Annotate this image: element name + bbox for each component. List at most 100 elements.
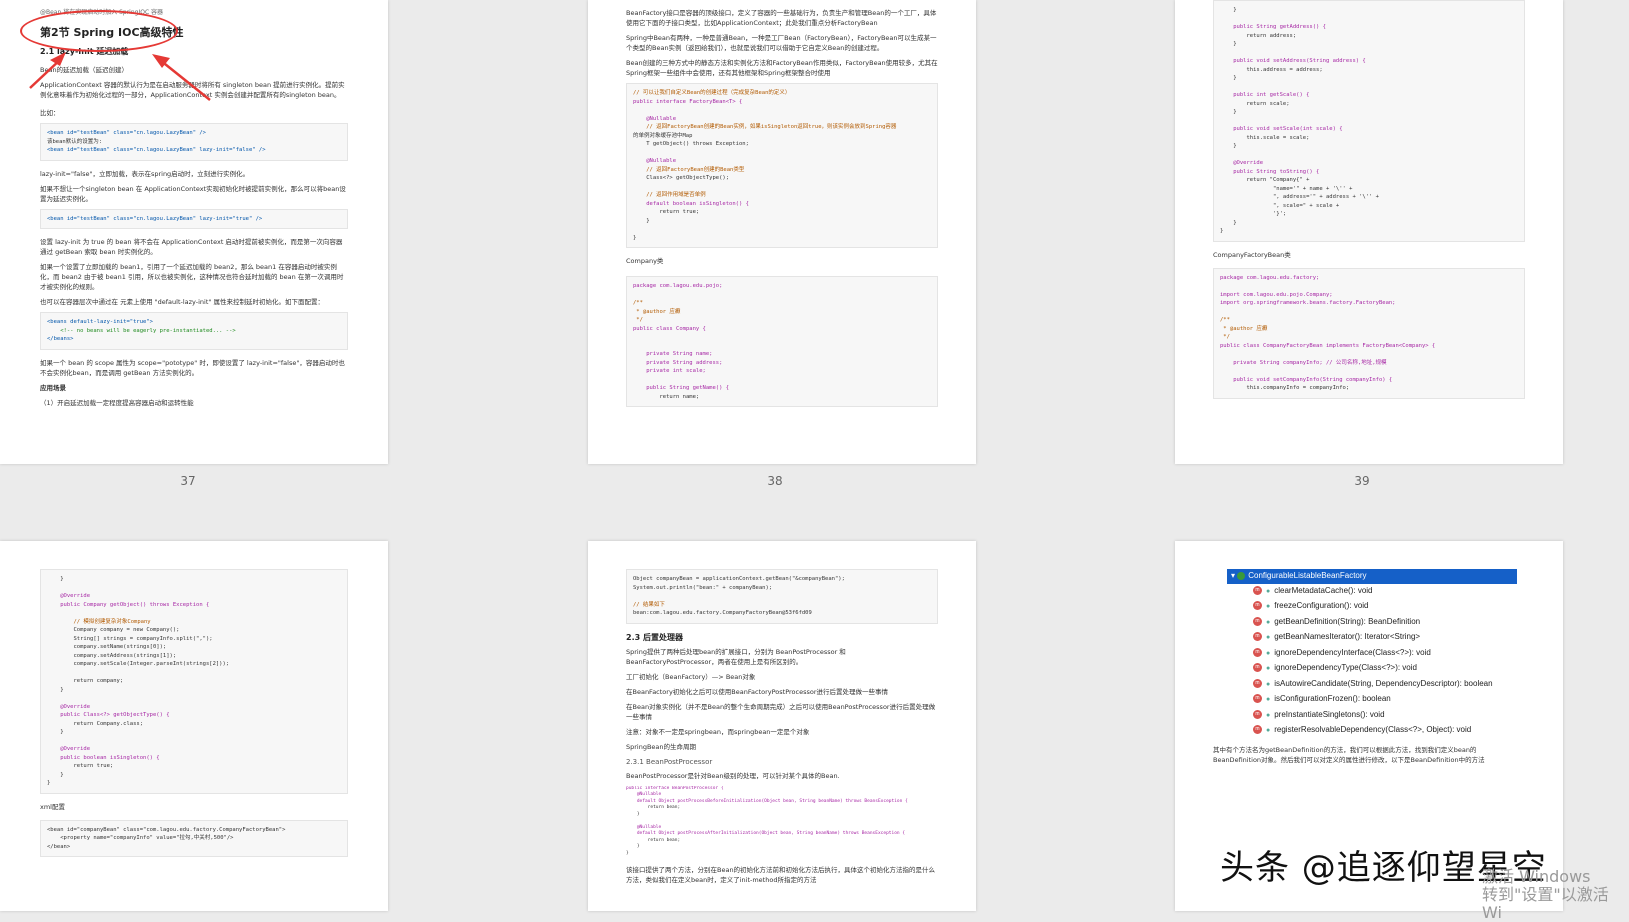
code-line: public void setCompanyInfo(String compan…: [1220, 376, 1393, 383]
paragraph: 其中有个方法名为getBeanDefinition的方法，我们可以根据此方法，找…: [1213, 745, 1485, 764]
method-icon: m: [1253, 709, 1262, 719]
code-line: }: [626, 844, 640, 849]
tree-method-item[interactable]: m ● getBeanNamesIterator(): Iterator<Strin…: [1227, 630, 1563, 646]
code-line: * @author 应癫: [633, 308, 681, 315]
code-line: @Override: [47, 703, 91, 710]
code-line: public Class<?> getObjectType() {: [47, 712, 170, 718]
paragraph: 注意：对象不一定是springbean，而springbean一定是个对象: [626, 727, 810, 736]
public-icon: ●: [1266, 603, 1271, 610]
code-line: public Company getObject() throws Except…: [47, 601, 210, 608]
code-line: public String toString() {: [1220, 168, 1320, 175]
code-line: return name;: [633, 393, 700, 400]
tree-root[interactable]: ▾ ConfigurableListableBeanFactory: [1227, 569, 1517, 584]
code-line: return address;: [1220, 32, 1297, 39]
code-line: }: [1220, 109, 1237, 115]
tree-method-item[interactable]: m ● getBeanDefinition(String): BeanDefinit…: [1227, 615, 1563, 631]
code-line: this.companyInfo = companyInfo;: [1220, 385, 1350, 391]
code-line: 该bean默认的设置为:: [47, 138, 103, 145]
tree-method-item[interactable]: m ● freezeConfiguration(): void: [1227, 599, 1563, 615]
paragraph: 如果一个 bean 的 scope 属性为 scope="pototype" 时…: [40, 358, 345, 377]
public-icon: ●: [1266, 634, 1271, 641]
code-line: private String companyInfo; // 公司名称,地址,规…: [1220, 359, 1387, 366]
code-line: }: [1220, 143, 1237, 149]
method-label: freezeConfiguration(): void: [1274, 601, 1369, 610]
method-icon: m: [1253, 632, 1262, 642]
paragraph: BeanPostProcessor是针对Bean级别的处理，可以针对某个具体的B…: [626, 771, 840, 780]
code-line: // 结果如下: [633, 601, 665, 608]
code-line: <bean id="testBean" class="cn.lagou.Lazy…: [47, 130, 206, 136]
tree-method-item[interactable]: m ● preInstantiateSingletons(): void: [1227, 708, 1563, 724]
code-line: public boolean isSingleton() {: [47, 754, 160, 761]
code-line: }: [1220, 75, 1237, 81]
code-line: // 返回作用域是否单例: [633, 192, 706, 198]
paragraph: SpringBean的生命周期: [626, 742, 697, 751]
tree-root-label: ConfigurableListableBeanFactory: [1248, 571, 1367, 580]
code-line: <property name="companyInfo" value="拉勾,中…: [47, 835, 234, 841]
public-icon: ●: [1266, 696, 1271, 703]
code-line: @Nullable: [633, 115, 677, 122]
code-line: * @author 应癫: [1220, 325, 1268, 332]
code-line: }: [1220, 219, 1237, 226]
method-tree: ▾ ConfigurableListableBeanFactory m ● clea…: [1227, 569, 1563, 739]
method-label: clearMetadataCache(): void: [1274, 585, 1373, 595]
interface-icon: [1237, 571, 1246, 580]
code-line: import org.springframework.beans.factory…: [1220, 300, 1396, 306]
code-line: company.setScale(Integer.parseInt(string…: [47, 661, 230, 667]
code-line: // 返回FactoryBean创建的Bean类型: [633, 166, 745, 173]
method-icon: m: [1253, 694, 1262, 704]
page-number: 37: [180, 474, 196, 488]
method-label: getBeanDefinition(String): BeanDefinitio…: [1274, 616, 1421, 626]
paragraph: 该接口提供了两个方法，分别在Bean的初始化方法前和初始化方法后执行，具体这个初…: [626, 866, 936, 884]
page-37: @Bean 将在实现启动时加入 SpringIOC 容器 第2节 Spring …: [0, 0, 388, 464]
code-line: <beans default-lazy-init="true">: [47, 319, 153, 325]
code-line: </beans>: [47, 336, 74, 342]
paragraph: Bean创建的三种方式中的静态方法和实例化方法和FactoryBean作用类似，…: [626, 59, 938, 77]
heading: 2.3 后置处理器: [626, 632, 683, 642]
public-icon: ●: [1266, 727, 1271, 734]
code-line: }: [47, 686, 64, 693]
code-line: return bean;: [626, 805, 681, 810]
code-line: public int getScale() {: [1220, 92, 1310, 98]
paragraph: 设置 lazy-init 为 true 的 bean 将不会在 Applicat…: [40, 238, 343, 256]
paragraph: 在BeanFactory初始化之后可以使用BeanFactoryPostProc…: [626, 687, 889, 696]
code-line: }: [633, 234, 637, 241]
method-label: ignoreDependencyType(Class<?>): void: [1274, 663, 1417, 672]
code-line: public String getAddress() {: [1220, 24, 1326, 30]
code-line: @Nullable: [626, 824, 662, 830]
code-line: return true;: [47, 763, 114, 769]
paragraph: 在Bean对象实例化（并不是Bean的整个生命周期完成）之后可以使用BeanPo…: [626, 702, 936, 721]
code-line: @Override: [47, 593, 91, 599]
code-line: return scale;: [1220, 100, 1290, 107]
code-line: Class<?> getObjectType();: [633, 175, 730, 181]
activate-windows: 激活 Windows 转到"设置"以激活 Wi: [1482, 868, 1629, 922]
tree-method-item[interactable]: m ● isAutowireCandidate(String, Dependency…: [1227, 677, 1563, 693]
code-line: import com.lagou.edu.pojo.Company;: [1220, 291, 1333, 298]
code-line: ", scale=" + scale +: [1220, 202, 1340, 209]
code-line: // 返回FactoryBean创建的Bean实例，如果isSingleton返…: [633, 124, 897, 130]
code-line: public class Company {: [633, 325, 706, 332]
tree-method-item[interactable]: m ● ignoreDependencyInterface(Class<?>): v…: [1227, 646, 1563, 662]
method-icon: m: [1253, 678, 1262, 688]
method-icon: m: [1253, 601, 1262, 611]
code-line: public String getName() {: [633, 385, 730, 391]
code-line: this.scale = scale;: [1220, 134, 1310, 141]
tree-method-item[interactable]: m ● clearMetadataCache(): void: [1227, 584, 1563, 600]
code-line: }: [47, 780, 51, 786]
code-line: // 模拟创建复杂对象Company: [47, 618, 151, 625]
code-block: <beans default-lazy-init="true"> <!-- no…: [40, 312, 348, 350]
code-line: "name='" + name + '\'' +: [1220, 185, 1353, 192]
code-line: </bean>: [47, 843, 71, 850]
public-icon: ●: [1266, 649, 1271, 657]
code-line: default Object postProcessBeforeInitiali…: [626, 798, 908, 804]
code-line: public interface BeanPostProcessor {: [626, 785, 724, 791]
code-line: Company company = new Company();: [47, 627, 180, 633]
paragraph: Company类: [626, 257, 664, 265]
tree-method-item[interactable]: m ● registerResolvableDependency(Class<?>,…: [1227, 723, 1563, 739]
activate-line: 转到"设置"以激活 Wi: [1482, 885, 1609, 922]
tree-method-item[interactable]: m ● ignoreDependencyType(Class<?>): void: [1227, 661, 1563, 677]
code-line: <bean id="testBean" class="cn.lagou.Lazy…: [47, 215, 263, 222]
code-line: default Object postProcessAfterInitializ…: [626, 831, 906, 836]
page-number: 38: [767, 474, 783, 488]
tree-method-item[interactable]: m ● isConfigurationFrozen(): boolean: [1227, 692, 1563, 708]
code-block: } public String getAddress() { return ad…: [1213, 0, 1525, 242]
